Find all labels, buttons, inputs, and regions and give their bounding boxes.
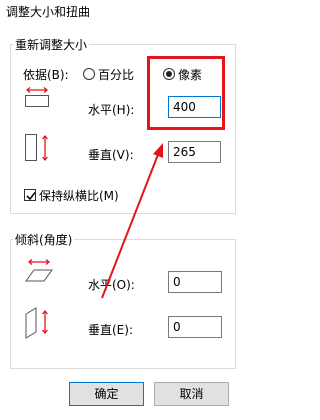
resize-skew-dialog: 调整大小和扭曲 重新调整大小 依据(B): 百分比 像素 水平(H): 400 … xyxy=(0,0,248,420)
red-annotation-arrow xyxy=(101,143,163,299)
